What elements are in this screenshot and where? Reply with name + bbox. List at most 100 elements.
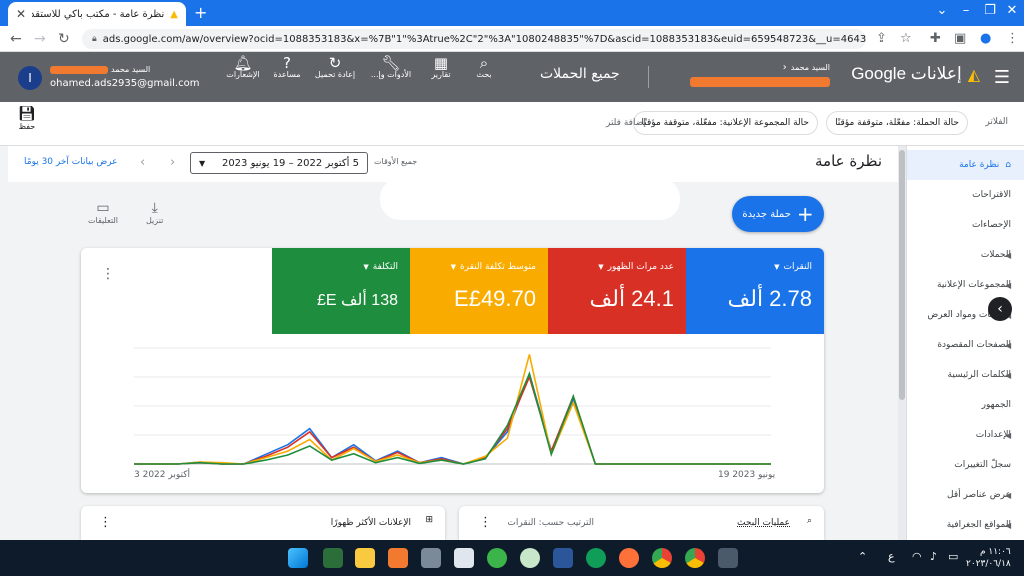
metric-cost-label-row: التكلفة ▼ xyxy=(284,262,398,272)
sidebar-item-label: المواقع الجغرافية xyxy=(946,520,1011,530)
user-email: ohamed.ads2935@gmail.com xyxy=(50,78,200,89)
search-icon: ⌕ xyxy=(806,516,812,526)
reports-button[interactable]: ▦ تقارير xyxy=(416,56,466,80)
more-options-icon[interactable]: ⋮ xyxy=(99,515,112,530)
close-tab-icon[interactable]: ✕ xyxy=(16,7,26,21)
sidebar-item[interactable]: ◀ عرض عناصر أقل xyxy=(907,480,1024,510)
more-options-icon[interactable]: ⋮ xyxy=(479,515,492,530)
close-window-icon[interactable]: ✕ xyxy=(1000,3,1024,18)
profile-icon[interactable]: ● xyxy=(980,31,991,46)
tools-button[interactable]: 🔧︎ الأدوات وإ... xyxy=(366,56,416,80)
file-explorer-icon[interactable] xyxy=(355,548,375,568)
battery-icon[interactable]: ▭ xyxy=(948,550,958,563)
reload-icon[interactable]: ↻ xyxy=(58,31,70,47)
metric-clicks[interactable]: النقرات ▼ 2.78 ألف xyxy=(686,248,824,334)
system-clock[interactable]: ١١:٠٦ م ٢٠٢٣/٠٦/١٨ xyxy=(966,546,1011,570)
restore-icon[interactable]: ❐ xyxy=(978,3,1002,18)
campaign-status-chip[interactable]: حالة الحملة: مفعّلة، متوقفة مؤقتًا xyxy=(826,111,968,135)
more-options-icon[interactable]: ⋮ xyxy=(101,266,115,282)
comments-button[interactable]: ▭ التعليقات xyxy=(88,200,118,225)
firefox-icon[interactable] xyxy=(619,548,639,568)
extensions-icon[interactable]: ✚ xyxy=(930,31,941,46)
volume-icon[interactable]: ♪ xyxy=(930,550,937,563)
metric-clicks-label-row: النقرات ▼ xyxy=(698,262,812,272)
download-label: تنزيل xyxy=(146,216,164,225)
add-filter-button[interactable]: إضافة فلتر xyxy=(606,118,646,128)
sidebar-item[interactable]: سجلّ التغييرات xyxy=(907,450,1024,480)
app-icon[interactable] xyxy=(718,548,738,568)
dropdown-arrow-icon: ▼ xyxy=(199,158,206,168)
sidebar-item[interactable]: ◀ المجموعات الإعلانية xyxy=(907,270,1024,300)
chrome-icon[interactable] xyxy=(652,548,672,568)
page-title: نظرة عامة xyxy=(815,152,882,170)
app-icon[interactable] xyxy=(520,548,540,568)
store-icon[interactable] xyxy=(454,548,474,568)
share-icon[interactable]: ⇪ xyxy=(876,31,887,46)
new-campaign-button[interactable]: + حملة جديدة xyxy=(732,196,824,232)
sidebar-item[interactable]: الاقتراحات xyxy=(907,180,1024,210)
chrome-icon[interactable] xyxy=(685,548,705,568)
hamburger-menu-icon[interactable]: ☰ xyxy=(994,67,1010,88)
all-time-label: جميع الأوقات xyxy=(374,157,418,166)
sidebar-icon[interactable]: ▣ xyxy=(954,31,966,46)
download-button[interactable]: ⤓ تنزيل xyxy=(146,200,163,225)
sidebar-item[interactable]: الإحصاءات xyxy=(907,210,1024,240)
sidebar-item[interactable]: ◀ الصفحات المقصودة xyxy=(907,330,1024,360)
next-period-icon[interactable]: › xyxy=(170,155,175,170)
sidebar-item[interactable]: ◀ الكلمات الرئيسية xyxy=(907,360,1024,390)
wifi-icon[interactable]: ◠ xyxy=(912,550,922,563)
back-icon[interactable]: ← xyxy=(10,31,22,47)
forward-icon[interactable]: → xyxy=(34,31,46,47)
sidebar-item[interactable]: الجمهور xyxy=(907,390,1024,420)
performance-card: ⋮ النقرات ▼ 2.78 ألف عدد مرات الظهور ▼ 24.… xyxy=(81,248,824,493)
google-ads-logo[interactable]: ◭ إعلانات Google xyxy=(851,64,980,84)
save-button[interactable]: 💾︎ حفظ xyxy=(18,106,36,131)
metric-cost[interactable]: التكلفة ▼ 138 ألف E£ xyxy=(272,248,410,334)
calculator-icon[interactable] xyxy=(421,548,441,568)
collapse-nav-button[interactable]: ‹ xyxy=(988,297,1012,321)
edge-icon[interactable] xyxy=(586,548,606,568)
minimize-icon[interactable]: – xyxy=(954,3,978,18)
account-selector[interactable]: السيد محمد ‹ xyxy=(680,62,830,90)
dropdown-arrow-icon: ▼ xyxy=(363,263,369,271)
redacted-account-name xyxy=(690,77,830,87)
sidebar-item[interactable]: نظرة عامة ⌂ xyxy=(907,150,1024,180)
search-button[interactable]: ⌕ بحث xyxy=(459,56,509,80)
browser-tab[interactable]: ✕ نظرة عامة - مكتب باكي للاستقدام ▲ xyxy=(8,2,186,26)
metric-avg-cpc-value: E£49.70 xyxy=(454,286,536,311)
dropdown-arrow-icon: ▼ xyxy=(598,263,604,271)
metric-impressions[interactable]: عدد مرات الظهور ▼ 24.1 ألف xyxy=(548,248,686,334)
sidebar-item-label: الكلمات الرئيسية xyxy=(947,370,1011,380)
input-language[interactable]: ع xyxy=(888,550,895,563)
app-icon[interactable] xyxy=(487,548,507,568)
adgroup-status-chip[interactable]: حالة المجموعة الإعلانية: مفعّلة، متوقفة … xyxy=(632,111,818,135)
sort-by-dropdown[interactable]: الترتيب حسب: النقرات xyxy=(507,518,594,528)
sidebar-item[interactable]: ◀ الحملات xyxy=(907,240,1024,270)
app-icon[interactable] xyxy=(388,548,408,568)
windows-start-icon[interactable] xyxy=(288,548,308,568)
dropdown-arrow-icon: ▼ xyxy=(774,263,780,271)
menu-icon[interactable]: ⋮ xyxy=(1006,31,1019,46)
main-scrollbar[interactable] xyxy=(898,146,906,540)
filter-bar: 💾︎ حفظ الفلاتر حالة الحملة: مفعّلة، متوق… xyxy=(0,102,1024,146)
sidebar-item[interactable]: ◀ الإعدادات xyxy=(907,420,1024,450)
prev-period-icon[interactable]: ‹ xyxy=(140,155,145,170)
word-icon[interactable] xyxy=(553,548,573,568)
help-button[interactable]: ? مساعدة xyxy=(262,56,312,80)
url-input[interactable]: 🔒︎ ads.google.com/aw/overview?ocid=10883… xyxy=(82,29,866,49)
scrollbar-thumb[interactable] xyxy=(899,150,905,400)
chevron-up-icon[interactable]: ⌃ xyxy=(858,550,867,563)
refresh-button[interactable]: ↻ إعادة تحميل xyxy=(310,56,360,80)
avatar[interactable]: I xyxy=(18,66,42,90)
metric-avg-cpc[interactable]: متوسط تكلفة النقرة ▼ E£49.70 xyxy=(410,248,548,334)
sidebar-item[interactable]: ◀ المواقع الجغرافية xyxy=(907,510,1024,540)
chevron-down-icon[interactable]: ⌄ xyxy=(930,3,954,18)
new-tab-icon[interactable]: + xyxy=(194,3,207,22)
google-ads-favicon: ▲ xyxy=(170,8,178,20)
date-range-selector[interactable]: 5 أكتوبر 2022 – 19 يونيو 2023 ▼ xyxy=(190,152,368,174)
app-icon[interactable] xyxy=(323,548,343,568)
search-terms-title: عمليات البحث xyxy=(737,518,790,528)
notifications-button[interactable]: 🔔︎ الإشعارات xyxy=(218,56,268,80)
show-last-30-days-link[interactable]: عرض بيانات آخر 30 يومًا xyxy=(24,157,118,167)
bookmark-star-icon[interactable]: ☆ xyxy=(900,31,912,46)
